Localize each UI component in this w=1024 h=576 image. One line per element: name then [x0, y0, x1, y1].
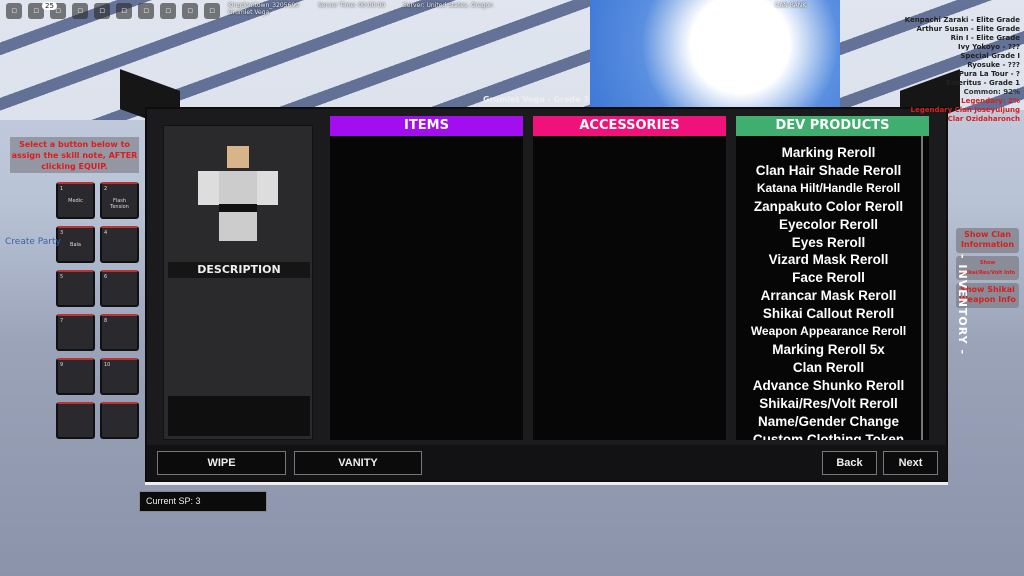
skill-slot-number: 1 [60, 186, 64, 192]
skill-slot-number: 3 [60, 230, 64, 236]
skill-slot[interactable]: 7 [56, 314, 95, 351]
skill-slot[interactable]: 2 Flash Tension [100, 182, 139, 219]
skill-slot-label: Medic [68, 198, 83, 204]
player-id: Kingdomtown_3205690 [228, 2, 299, 9]
skill-slot-number: 2 [104, 186, 108, 192]
player-list-entry: Emeritus - Grade 1 [946, 79, 1020, 87]
menu-icon[interactable]: ▫ [116, 3, 132, 19]
keyboard-icon[interactable]: ▫ [204, 3, 220, 19]
dev-product-item[interactable]: Arrancar Mask Reroll [736, 287, 921, 305]
skill-slot-label: Bala [70, 242, 81, 248]
player-list-entry: Kenpachi Zaraki - Elite Grade [904, 16, 1020, 24]
dev-products-column: DEV PRODUCTS Marking Reroll Clan Hair Shad… [736, 116, 929, 440]
camera-icon[interactable]: ▫ [72, 3, 88, 19]
items-column: ITEMS [330, 116, 523, 440]
rarity-legendary: Legendary: 2% [961, 97, 1020, 105]
skill-slot-number: 10 [104, 362, 111, 368]
dev-product-item[interactable]: Clan Reroll [736, 359, 921, 377]
dev-product-item[interactable]: Clan Hair Shade Reroll [736, 162, 921, 180]
dev-product-item[interactable]: Vizard Mask Reroll [736, 251, 921, 269]
player-list: Kenpachi Zaraki - Elite Grade Arthur Susa… [900, 16, 1020, 124]
roblox-menu-icon[interactable]: ▫ [6, 3, 22, 19]
dev-product-item[interactable]: Eyecolor Reroll [736, 216, 921, 234]
back-button[interactable]: Back [822, 451, 877, 475]
player-list-entry: Ryosuke - ??? [967, 61, 1020, 69]
dev-product-item[interactable]: Zanpakuto Color Reroll [736, 198, 921, 216]
dev-product-item[interactable]: Shikai/Res/Volt Reroll [736, 395, 921, 413]
volume-icon[interactable]: ▫ [160, 3, 176, 19]
skill-slot[interactable]: 1 Medic [56, 182, 95, 219]
accessories-column: ACCESSORIES [533, 116, 726, 440]
skill-slot[interactable]: 3 Bala [56, 226, 95, 263]
skill-slot[interactable]: 4 [100, 226, 139, 263]
roblox-topbar: ▫ ▫ ▫ ▫ ▫ ▫ ▫ ▫ ▫ ▫ [0, 0, 226, 20]
dev-product-item[interactable]: Custom Clothing Token [736, 431, 921, 441]
panel-title: Grumlet Vega - Grade 3 [483, 95, 589, 104]
player-list-entry: Arthur Susan - Elite Grade [916, 25, 1020, 33]
skill-slot-number: 5 [60, 274, 64, 280]
dev-product-item[interactable]: Marking Reroll [736, 144, 921, 162]
tab-items[interactable]: ITEMS [330, 116, 523, 136]
skill-slot[interactable]: 6 [100, 270, 139, 307]
description-box [168, 396, 310, 436]
phone-icon[interactable]: ▫ [138, 3, 154, 19]
dev-product-item[interactable]: Weapon Appearance Reroll [736, 323, 921, 341]
vanity-button[interactable]: VANITY [294, 451, 422, 475]
dev-products-list[interactable]: Marking Reroll Clan Hair Shade Reroll Kata… [736, 136, 923, 440]
skill-slot-number: 7 [60, 318, 64, 324]
tab-accessories[interactable]: ACCESSORIES [533, 116, 726, 136]
background-sky [590, 0, 840, 110]
player-list-entry: Special Grade I [960, 52, 1020, 60]
skill-slot[interactable]: 10 [100, 358, 139, 395]
server-info: Server: United States, Oregon [403, 2, 493, 9]
skill-slot-label: Flash Tension [110, 198, 129, 210]
player-list-entry: Pura La Tour - ? [958, 70, 1020, 78]
record-icon[interactable]: ▫ [94, 3, 110, 19]
description-label: DESCRIPTION [168, 262, 310, 278]
settings-icon[interactable]: ▫ [182, 3, 198, 19]
skill-slot-number: 8 [104, 318, 108, 324]
player-info: Kingdomtown_3205690 Grumlet Vega [228, 2, 299, 16]
inventory-label[interactable]: - INVENTORY - [947, 250, 969, 360]
notification-badge: 25 [42, 2, 57, 10]
dev-product-item[interactable]: Eyes Reroll [736, 234, 921, 252]
skill-slot[interactable] [56, 402, 95, 439]
character-portrait [163, 125, 313, 440]
create-party-label[interactable]: Create Party [5, 237, 61, 247]
dev-product-item[interactable]: Shikai Callout Reroll [736, 305, 921, 323]
skill-slot-number: 6 [104, 274, 108, 280]
skill-instruction: Select a button below to assign the skil… [10, 137, 139, 173]
skill-slot[interactable]: 5 [56, 270, 95, 307]
skill-slot[interactable] [100, 402, 139, 439]
wipe-button[interactable]: WIPE [157, 451, 286, 475]
dev-product-item[interactable]: Face Reroll [736, 269, 921, 287]
player-name: Grumlet Vega [228, 9, 270, 16]
player-list-entry: Ivy Yokoyo - ??? [957, 43, 1020, 51]
clan-info: Legendary Clan Joseyuljung Clar Ozidahar… [910, 106, 1020, 123]
dev-product-item[interactable]: Katana Hilt/Handle Reroll [736, 180, 921, 198]
character-avatar-icon [198, 146, 278, 241]
dev-product-item[interactable]: Name/Gender Change [736, 413, 921, 431]
current-sp: Current SP: 3 [139, 491, 267, 512]
skill-slot[interactable]: 9 [56, 358, 95, 395]
skill-slot-number: 4 [104, 230, 108, 236]
rank-label: CAN RANK [775, 2, 807, 9]
next-button[interactable]: Next [883, 451, 938, 475]
dev-product-item[interactable]: Marking Reroll 5x [736, 341, 921, 359]
skill-slot-number: 9 [60, 362, 64, 368]
skill-slot[interactable]: 8 [100, 314, 139, 351]
player-list-entry: Rin I - Elite Grade [950, 34, 1020, 42]
dev-product-item[interactable]: Advance Shunko Reroll [736, 377, 921, 395]
server-time: Server Time: 00:00:00 [318, 2, 386, 9]
rarity-common: Common: 92% [963, 88, 1020, 96]
